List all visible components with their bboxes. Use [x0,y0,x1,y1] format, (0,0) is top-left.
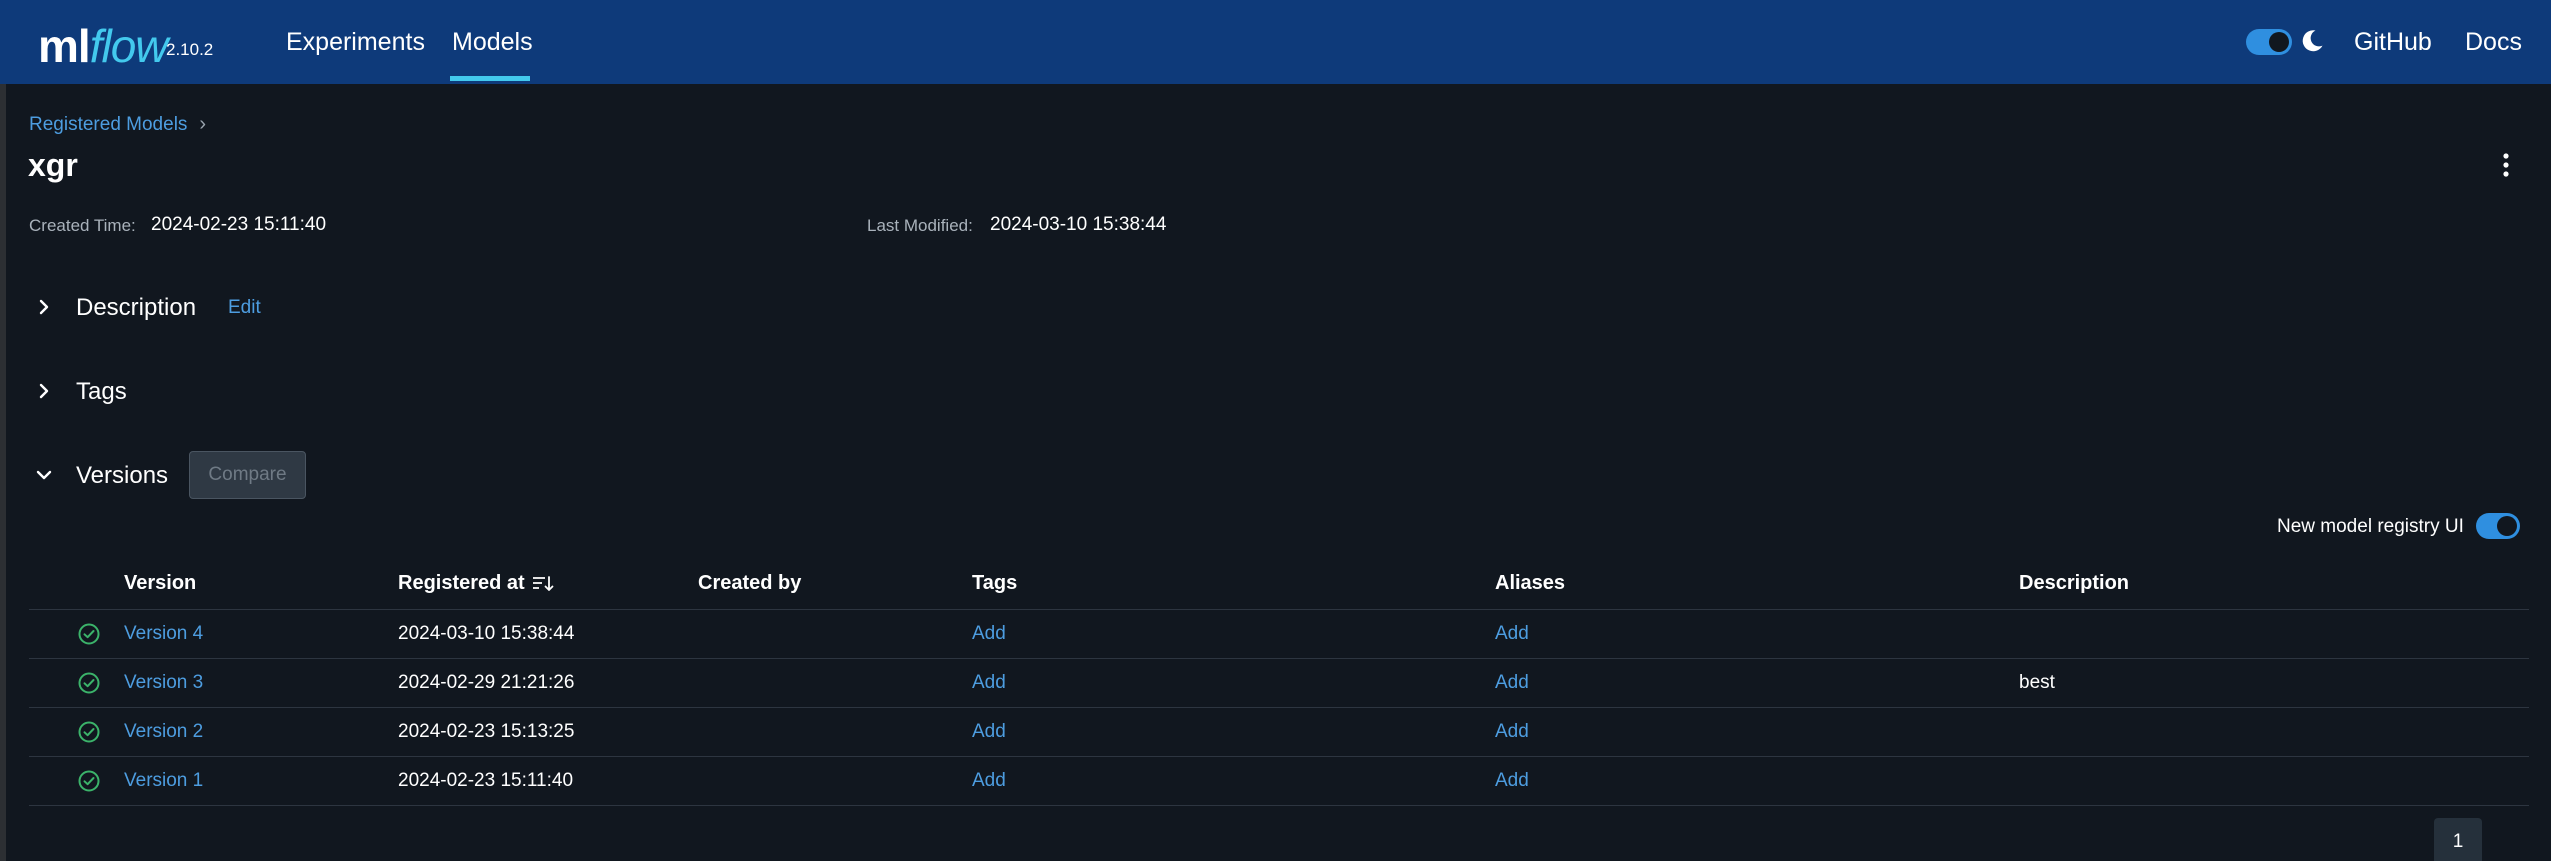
nav-github[interactable]: GitHub [2354,28,2432,57]
window-edge [0,0,6,861]
add-tag-link[interactable]: Add [972,672,1006,694]
created-time-value: 2024-02-23 15:11:40 [151,214,327,235]
versions-section-title[interactable]: Versions [76,462,168,490]
add-tag-link[interactable]: Add [972,721,1006,743]
dark-mode-toggle[interactable] [2246,29,2292,55]
registered-at-cell: 2024-02-23 15:11:40 [398,770,574,791]
chevron-right-icon[interactable] [34,297,54,317]
check-circle-icon [78,721,100,743]
column-header-description: Description [2019,572,2130,594]
column-header-registered-at-label: Registered at [398,572,525,594]
column-header-aliases: Aliases [1495,572,1566,594]
column-header-version: Version [124,572,197,594]
toggle-knob [2497,516,2517,536]
registered-at-cell: 2024-02-29 21:21:26 [398,672,575,693]
edit-description-link[interactable]: Edit [228,297,261,319]
new-registry-ui-label: New model registry UI [2277,516,2464,537]
version-link[interactable]: Version 3 [124,672,203,694]
toggle-knob [2269,32,2289,52]
pagination-page-1[interactable]: 1 [2434,818,2482,861]
moon-icon [2302,30,2323,52]
description-cell: best [2019,672,2055,693]
created-time-label: Created Time: [29,216,136,235]
breadcrumb-separator: › [199,113,207,135]
logo-ml-text: ml [38,20,91,72]
table-row: Version 4 2024-03-10 15:38:44 Add Add [29,610,2529,659]
new-registry-ui-toggle[interactable] [2476,513,2520,539]
tags-section-title[interactable]: Tags [76,378,127,406]
app-version: 2.10.2 [166,40,214,59]
check-circle-icon [78,672,100,694]
nav-docs[interactable]: Docs [2465,28,2522,57]
registered-at-cell: 2024-02-23 15:13:25 [398,721,575,742]
check-circle-icon [78,623,100,645]
column-header-tags: Tags [972,572,1018,594]
version-link[interactable]: Version 2 [124,721,203,743]
column-header-created-by: Created by [698,572,802,594]
last-modified-value: 2024-03-10 15:38:44 [990,214,1167,235]
more-options-icon[interactable] [2496,150,2516,180]
check-circle-icon [78,770,100,792]
version-link[interactable]: Version 4 [124,623,203,645]
chevron-down-icon[interactable] [34,465,54,485]
table-row: Version 2 2024-02-23 15:13:25 Add Add [29,708,2529,757]
add-tag-link[interactable]: Add [972,623,1006,645]
version-link[interactable]: Version 1 [124,770,203,792]
mlflow-logo[interactable]: ml flow [38,2,168,76]
page-title: xgr [28,147,78,183]
table-row: Version 3 2024-02-29 21:21:26 Add Add be… [29,659,2529,708]
add-alias-link[interactable]: Add [1495,672,1529,694]
last-modified-label: Last Modified: [867,216,973,235]
nav-experiments[interactable]: Experiments [286,28,425,57]
registered-at-cell: 2024-03-10 15:38:44 [398,623,575,644]
nav-models[interactable]: Models [452,28,533,57]
chevron-right-icon[interactable] [34,381,54,401]
breadcrumb-registered-models[interactable]: Registered Models [29,114,187,136]
breadcrumb: Registered Models › [29,113,206,136]
top-nav-bar: ml flow 2.10.2 Experiments Models GitHub … [0,0,2551,84]
add-alias-link[interactable]: Add [1495,623,1529,645]
table-header: Version Registered at Created by Tags Al… [29,558,2529,610]
add-tag-link[interactable]: Add [972,770,1006,792]
versions-table: Version Registered at Created by Tags Al… [29,558,2529,806]
compare-button[interactable]: Compare [189,451,306,499]
active-nav-indicator [450,76,530,81]
description-section-title[interactable]: Description [76,294,196,322]
table-row: Version 1 2024-02-23 15:11:40 Add Add [29,757,2529,806]
sort-descending-icon[interactable] [531,574,555,594]
add-alias-link[interactable]: Add [1495,721,1529,743]
column-header-registered-at[interactable]: Registered at [398,572,555,595]
logo-flow-text: flow [89,20,169,72]
add-alias-link[interactable]: Add [1495,770,1529,792]
